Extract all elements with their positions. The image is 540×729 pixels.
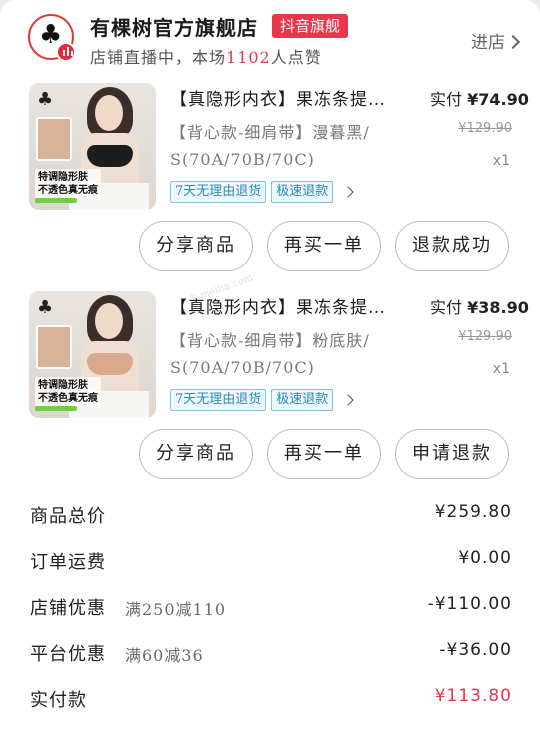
chevron-right-icon — [505, 34, 521, 50]
share-product-button[interactable]: 分享商品 — [139, 221, 253, 271]
tag-7day-return: 7天无理由退货 — [170, 181, 267, 203]
color-swatch — [36, 117, 72, 161]
live-like-count: 1102 — [226, 48, 271, 67]
product-item: ♣ 特调隐形肤 不透色真无痕 【真隐形内衣】果冻条提… 实付 ¥74.90 【背… — [0, 83, 540, 293]
shop-discount-rule: 满250减110 — [125, 600, 227, 619]
enter-shop-link[interactable]: 进店 — [471, 28, 521, 53]
paid-total-value: ¥113.80 — [434, 686, 512, 706]
product-thumbnail[interactable]: ♣ 特调隐形肤 不透色真无痕 — [29, 291, 156, 418]
spec-line-2: S(70A/70B/70C) — [170, 150, 315, 169]
tag-fast-refund: 极速退款 — [271, 181, 334, 203]
service-tags[interactable]: 7天无理由退货 极速退款 — [170, 181, 354, 203]
product-bra-image — [87, 353, 133, 375]
paid-label: 实付 — [430, 298, 463, 317]
original-price: ¥129.90 — [458, 329, 512, 344]
shop-badge: 抖音旗舰 — [272, 14, 349, 38]
summary-shipping-row: 订单运费 ¥0.00 — [30, 548, 512, 578]
enter-shop-label: 进店 — [471, 33, 505, 53]
brand-clubs-icon: ♣ — [37, 89, 54, 110]
quantity: x1 — [492, 153, 510, 169]
shipping-label: 订单运费 — [30, 552, 106, 573]
platform-discount-label: 平台优惠 — [30, 644, 106, 665]
paid-price: 实付 ¥74.90 — [430, 86, 529, 110]
refund-success-button[interactable]: 退款成功 — [395, 221, 509, 271]
product-spec: 【背心款-细肩带】漫暮黑/ S(70A/70B/70C) — [170, 119, 430, 173]
shipping-value: ¥0.00 — [458, 548, 512, 568]
live-prefix: 店铺直播中，本场 — [90, 48, 227, 67]
paid-price: 实付 ¥38.90 — [430, 294, 529, 318]
product-spec: 【背心款-细肩带】粉底肤/ S(70A/70B/70C) — [170, 327, 430, 381]
paid-value: ¥38.90 — [467, 298, 529, 317]
image-caption: 特调隐形肤 不透色真无痕 — [35, 377, 101, 407]
live-indicator-icon — [56, 42, 76, 62]
summary-total-row: 商品总价 ¥259.80 — [30, 502, 512, 532]
tag-fast-refund: 极速退款 — [271, 389, 334, 411]
shop-discount-value: -¥110.00 — [427, 594, 512, 614]
total-label: 商品总价 — [30, 506, 106, 527]
request-refund-button[interactable]: 申请退款 — [395, 429, 509, 479]
buy-again-button[interactable]: 再买一单 — [267, 429, 381, 479]
paid-value: ¥74.90 — [467, 90, 529, 109]
summary-shop-discount-row: 店铺优惠 满250减110 -¥110.00 — [30, 594, 512, 624]
spec-line-1: 【背心款-细肩带】漫暮黑/ — [170, 123, 370, 142]
summary-paid-row: 实付款 ¥113.80 — [30, 686, 512, 716]
color-swatch — [36, 325, 72, 369]
shop-live-status: 店铺直播中，本场1102人点赞 — [90, 44, 322, 68]
brand-clubs-icon: ♣ — [37, 297, 54, 318]
paid-label: 实付 — [430, 90, 463, 109]
buy-again-button[interactable]: 再买一单 — [267, 221, 381, 271]
tag-7day-return: 7天无理由退货 — [170, 389, 267, 411]
product-title[interactable]: 【真隐形内衣】果冻条提… — [170, 293, 415, 318]
product-title[interactable]: 【真隐形内衣】果冻条提… — [170, 85, 415, 110]
image-caption: 特调隐形肤 不透色真无痕 — [35, 169, 101, 199]
shop-name[interactable]: 有棵树官方旗舰店 — [90, 12, 258, 41]
share-product-button[interactable]: 分享商品 — [139, 429, 253, 479]
spec-line-1: 【背心款-细肩带】粉底肤/ — [170, 331, 370, 350]
paid-total-label: 实付款 — [30, 690, 87, 711]
total-value: ¥259.80 — [434, 502, 512, 522]
spec-line-2: S(70A/70B/70C) — [170, 358, 315, 377]
chevron-right-icon — [342, 186, 354, 198]
chevron-right-icon — [342, 394, 354, 406]
shop-discount-label: 店铺优惠 — [30, 598, 106, 619]
live-suffix: 人点赞 — [270, 48, 322, 67]
product-bra-image — [87, 145, 133, 167]
product-item: ♣ 特调隐形肤 不透色真无痕 【真隐形内衣】果冻条提… 实付 ¥38.90 【背… — [0, 291, 540, 501]
platform-discount-value: -¥36.00 — [439, 640, 512, 660]
platform-discount-rule: 满60减36 — [125, 646, 204, 665]
original-price: ¥129.90 — [458, 121, 512, 136]
quantity: x1 — [492, 361, 510, 377]
shop-logo[interactable]: ♣ — [28, 14, 76, 62]
product-thumbnail[interactable]: ♣ 特调隐形肤 不透色真无痕 — [29, 83, 156, 210]
order-card: ♣ 有棵树官方旗舰店 抖音旗舰 店铺直播中，本场1102人点赞 进店 ♣ 特调隐… — [0, 0, 540, 729]
summary-platform-discount-row: 平台优惠 满60减36 -¥36.00 — [30, 640, 512, 670]
service-tags[interactable]: 7天无理由退货 极速退款 — [170, 389, 354, 411]
